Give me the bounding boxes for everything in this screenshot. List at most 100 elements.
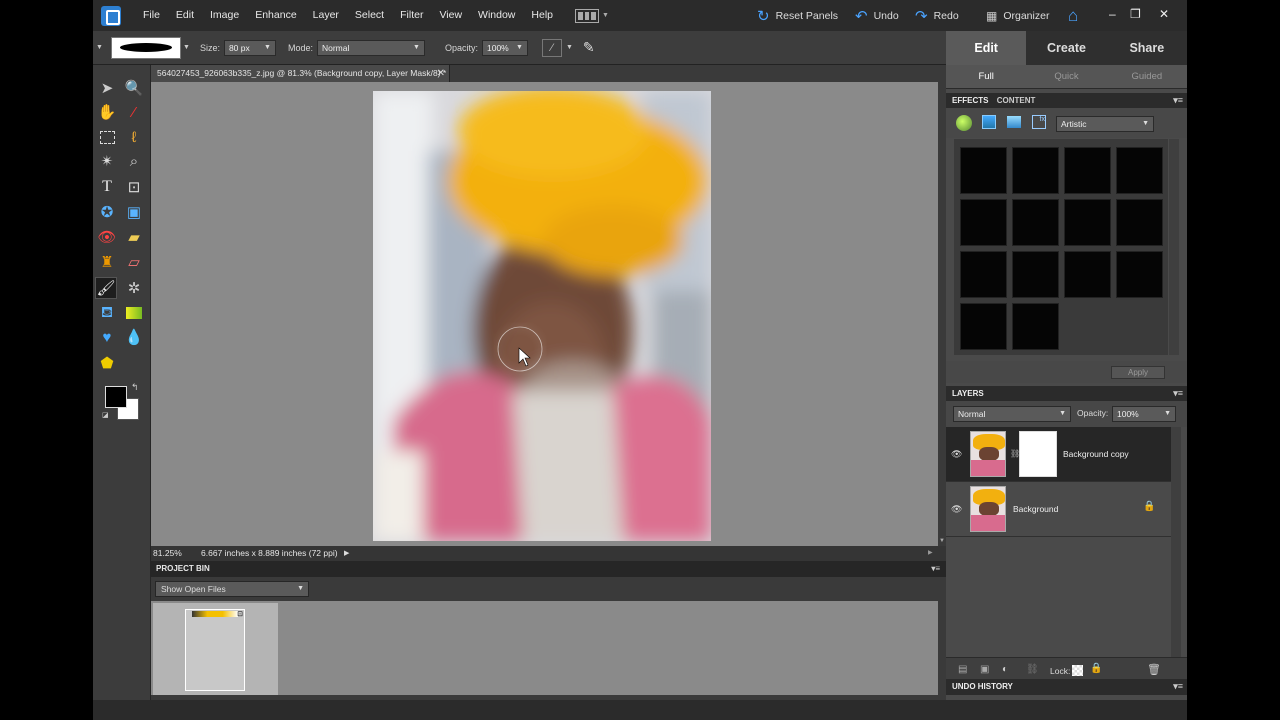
airbrush-toggle-icon[interactable]: ⁄: [541, 38, 562, 57]
layer-mask-thumbnail[interactable]: [1019, 431, 1057, 477]
menu-file[interactable]: File: [135, 0, 168, 31]
marquee-tool-icon[interactable]: [96, 126, 118, 148]
redo-button[interactable]: ↷ Redo: [915, 0, 959, 31]
brush-tool-icon[interactable]: 🖌: [95, 277, 117, 299]
tab-content[interactable]: CONTENT: [997, 96, 1036, 105]
crop-tool-icon[interactable]: ⊡: [123, 176, 145, 198]
link-layers-icon[interactable]: ⛓: [1026, 664, 1039, 675]
effects-scrollbar[interactable]: [1169, 139, 1179, 355]
effect-thumbnail[interactable]: [960, 303, 1007, 350]
effect-thumbnail[interactable]: [1012, 199, 1059, 246]
scroll-right-icon[interactable]: ▶: [928, 546, 933, 561]
tab-full[interactable]: Full: [946, 65, 1026, 88]
layer-row-background-copy[interactable]: 👁 ⛓ Background copy: [946, 427, 1171, 482]
effect-thumbnail[interactable]: [1116, 251, 1163, 298]
menu-image[interactable]: Image: [202, 0, 247, 31]
layer-styles-icon[interactable]: [982, 115, 996, 129]
show-open-files-select[interactable]: Show Open Files ▼: [155, 581, 309, 597]
layer-blend-mode-select[interactable]: Normal ▼: [953, 406, 1071, 422]
bin-thumbnail-selected[interactable]: ⊡: [153, 603, 278, 695]
organizer-button[interactable]: ▦ Organizer: [986, 0, 1049, 31]
minimize-button[interactable]: –: [1109, 0, 1116, 31]
opacity-field[interactable]: 100% ▼: [481, 39, 528, 56]
menu-select[interactable]: Select: [347, 0, 392, 31]
smart-brush-tool-icon[interactable]: ✲: [123, 277, 145, 299]
tab-share[interactable]: Share: [1107, 31, 1187, 65]
photo-effects-icon[interactable]: [1007, 116, 1021, 128]
new-group-icon[interactable]: ▣: [980, 664, 989, 675]
photo-canvas[interactable]: [373, 91, 711, 541]
tab-effects[interactable]: EFFECTS: [952, 96, 988, 105]
quick-selection-tool-icon[interactable]: ⌕: [123, 150, 145, 172]
gradient-tool-icon[interactable]: [123, 302, 145, 324]
panel-menu-icon[interactable]: ▾≡: [1173, 679, 1183, 694]
restore-button[interactable]: ❐: [1130, 0, 1141, 31]
clone-stamp-tool-icon[interactable]: ♜: [96, 251, 118, 273]
panel-menu-icon[interactable]: ▾≡: [1173, 93, 1183, 108]
tool-preset-menu-icon[interactable]: ▼: [96, 44, 103, 51]
reset-panels-button[interactable]: ↻ Reset Panels: [757, 0, 838, 31]
undo-button[interactable]: ↶ Undo: [855, 0, 899, 31]
scroll-down-icon[interactable]: ▼: [939, 538, 945, 544]
default-colors-icon[interactable]: ◪: [102, 411, 109, 419]
filters-icon[interactable]: [956, 115, 972, 131]
tab-edit[interactable]: Edit: [946, 31, 1027, 65]
tablet-settings-icon[interactable]: ✎: [583, 39, 595, 56]
cookie-cutter-tool-icon[interactable]: ✪: [96, 201, 118, 223]
menu-filter[interactable]: Filter: [392, 0, 431, 31]
effect-thumbnail[interactable]: [960, 251, 1007, 298]
effects-category-select[interactable]: Artistic ▼: [1056, 116, 1154, 132]
new-layer-icon[interactable]: ▤: [958, 664, 967, 675]
effect-thumbnail[interactable]: [960, 147, 1007, 194]
menu-help[interactable]: Help: [523, 0, 561, 31]
brush-preset-picker[interactable]: [111, 36, 181, 59]
hand-tool-icon[interactable]: ✋: [96, 101, 118, 123]
zoom-tool-icon[interactable]: 🔍: [123, 77, 145, 99]
effect-thumbnail[interactable]: [1064, 251, 1111, 298]
show-all-effects-icon[interactable]: fx: [1032, 115, 1046, 129]
magic-wand-tool-icon[interactable]: ✴: [96, 150, 118, 172]
arrange-layout-button[interactable]: [575, 8, 599, 23]
delete-layer-icon[interactable]: 🗑: [1147, 663, 1161, 676]
panel-menu-icon[interactable]: ▾≡: [931, 561, 940, 577]
visibility-eye-icon[interactable]: 👁: [951, 449, 962, 460]
status-menu-arrow-icon[interactable]: ▶: [344, 546, 349, 561]
open-file-thumbnail[interactable]: ⊡: [185, 609, 245, 691]
blend-mode-select[interactable]: Normal ▼: [316, 39, 425, 56]
chevron-down-icon[interactable]: ▼: [566, 44, 573, 51]
effect-thumbnail[interactable]: [1012, 251, 1059, 298]
chevron-down-icon[interactable]: ▼: [183, 44, 190, 51]
recompose-tool-icon[interactable]: ▣: [123, 201, 145, 223]
menu-window[interactable]: Window: [470, 0, 523, 31]
foreground-color-swatch[interactable]: [105, 386, 127, 408]
layers-scrollbar[interactable]: [1171, 427, 1181, 657]
type-tool-icon[interactable]: T: [96, 176, 118, 198]
effect-thumbnail[interactable]: [1012, 303, 1059, 350]
paint-bucket-tool-icon[interactable]: ⛾: [96, 302, 118, 324]
effect-thumbnail[interactable]: [1064, 147, 1111, 194]
menu-edit[interactable]: Edit: [168, 0, 202, 31]
brush-size-field[interactable]: 80 px ▼: [223, 39, 276, 56]
undo-history-header[interactable]: UNDO HISTORY ▾≡: [946, 679, 1187, 695]
visibility-eye-icon[interactable]: 👁: [951, 504, 962, 515]
red-eye-tool-icon[interactable]: 👁: [96, 226, 118, 248]
menu-layer[interactable]: Layer: [305, 0, 347, 31]
document-tab[interactable]: 564027453_926063b335_z.jpg @ 81.3% (Back…: [151, 65, 450, 82]
menu-view[interactable]: View: [431, 0, 470, 31]
lock-all-icon[interactable]: 🔒: [1090, 663, 1102, 674]
zoom-level[interactable]: 81.25%: [153, 546, 182, 561]
lock-transparency-icon[interactable]: [1072, 665, 1083, 676]
tab-guided[interactable]: Guided: [1107, 65, 1187, 88]
shape-tool-icon[interactable]: ♥: [96, 326, 118, 348]
swap-colors-icon[interactable]: ↰: [131, 382, 139, 393]
adjustment-layer-icon[interactable]: ◐: [1002, 664, 1008, 675]
close-button[interactable]: ✕: [1159, 0, 1169, 31]
tab-quick[interactable]: Quick: [1026, 65, 1106, 88]
effect-thumbnail[interactable]: [1012, 147, 1059, 194]
apply-button[interactable]: Apply: [1111, 366, 1165, 379]
effect-thumbnail[interactable]: [1064, 199, 1111, 246]
home-button[interactable]: ⌂: [1068, 0, 1078, 31]
canvas-area[interactable]: [151, 82, 938, 546]
blur-tool-icon[interactable]: 💧: [123, 326, 145, 348]
menu-enhance[interactable]: Enhance: [247, 0, 304, 31]
